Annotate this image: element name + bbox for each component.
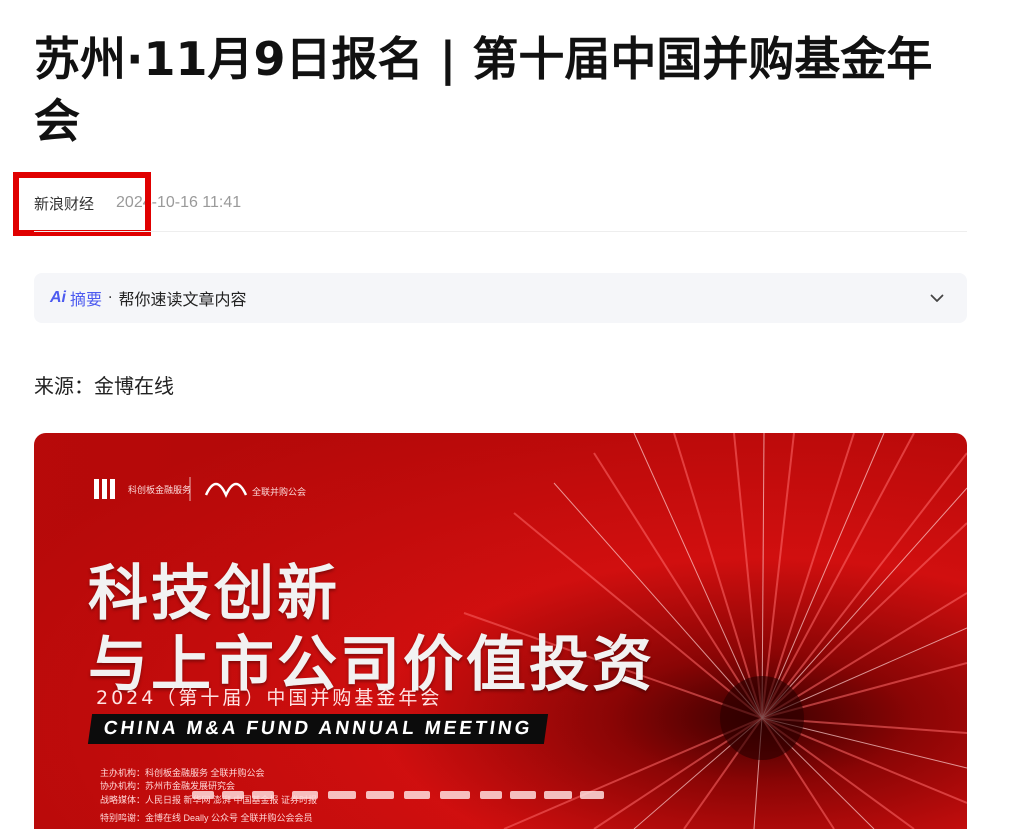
ai-icon: Ai	[50, 289, 66, 306]
article-title: 苏州·11月9日报名 | 第十届中国并购基金年会	[34, 32, 933, 148]
banner-support: 特别鸣谢：金博在线 Deally 公众号 全联并购公会会员	[100, 813, 313, 823]
banner-association-text: 全联并购公会	[252, 487, 307, 497]
ai-summary-bar[interactable]: Ai 摘要 · 帮你速读文章内容	[34, 273, 967, 323]
article-source: 来源：金博在线	[34, 374, 174, 398]
banner-english-title: CHINA M&A FUND ANNUAL MEETING	[87, 714, 549, 744]
banner-subtitle: 2024（第十届）中国并购基金年会	[96, 687, 443, 709]
banner-organizers: 主办机构：科创板金融服务 全联并购公会	[100, 768, 265, 778]
event-banner-image: 科创板金融服务 全联并购公会 科技创新 与上市公司价值投资 2024（第十届）中…	[34, 433, 967, 829]
meta-divider	[34, 231, 967, 232]
banner-media: 战略媒体：人民日报 新华网 澎湃 中国基金报 证券时报	[100, 795, 318, 805]
banner-co-organizers: 协办机构：苏州市金融发展研究会	[100, 781, 236, 791]
summary-label: 摘要	[70, 290, 103, 309]
red-highlight-box	[13, 172, 151, 236]
summary-separator: ·	[108, 290, 113, 306]
chevron-down-icon[interactable]	[923, 284, 951, 312]
summary-description: 帮你速读文章内容	[118, 290, 247, 309]
banner-logo-text: 科创板金融服务	[128, 485, 192, 495]
